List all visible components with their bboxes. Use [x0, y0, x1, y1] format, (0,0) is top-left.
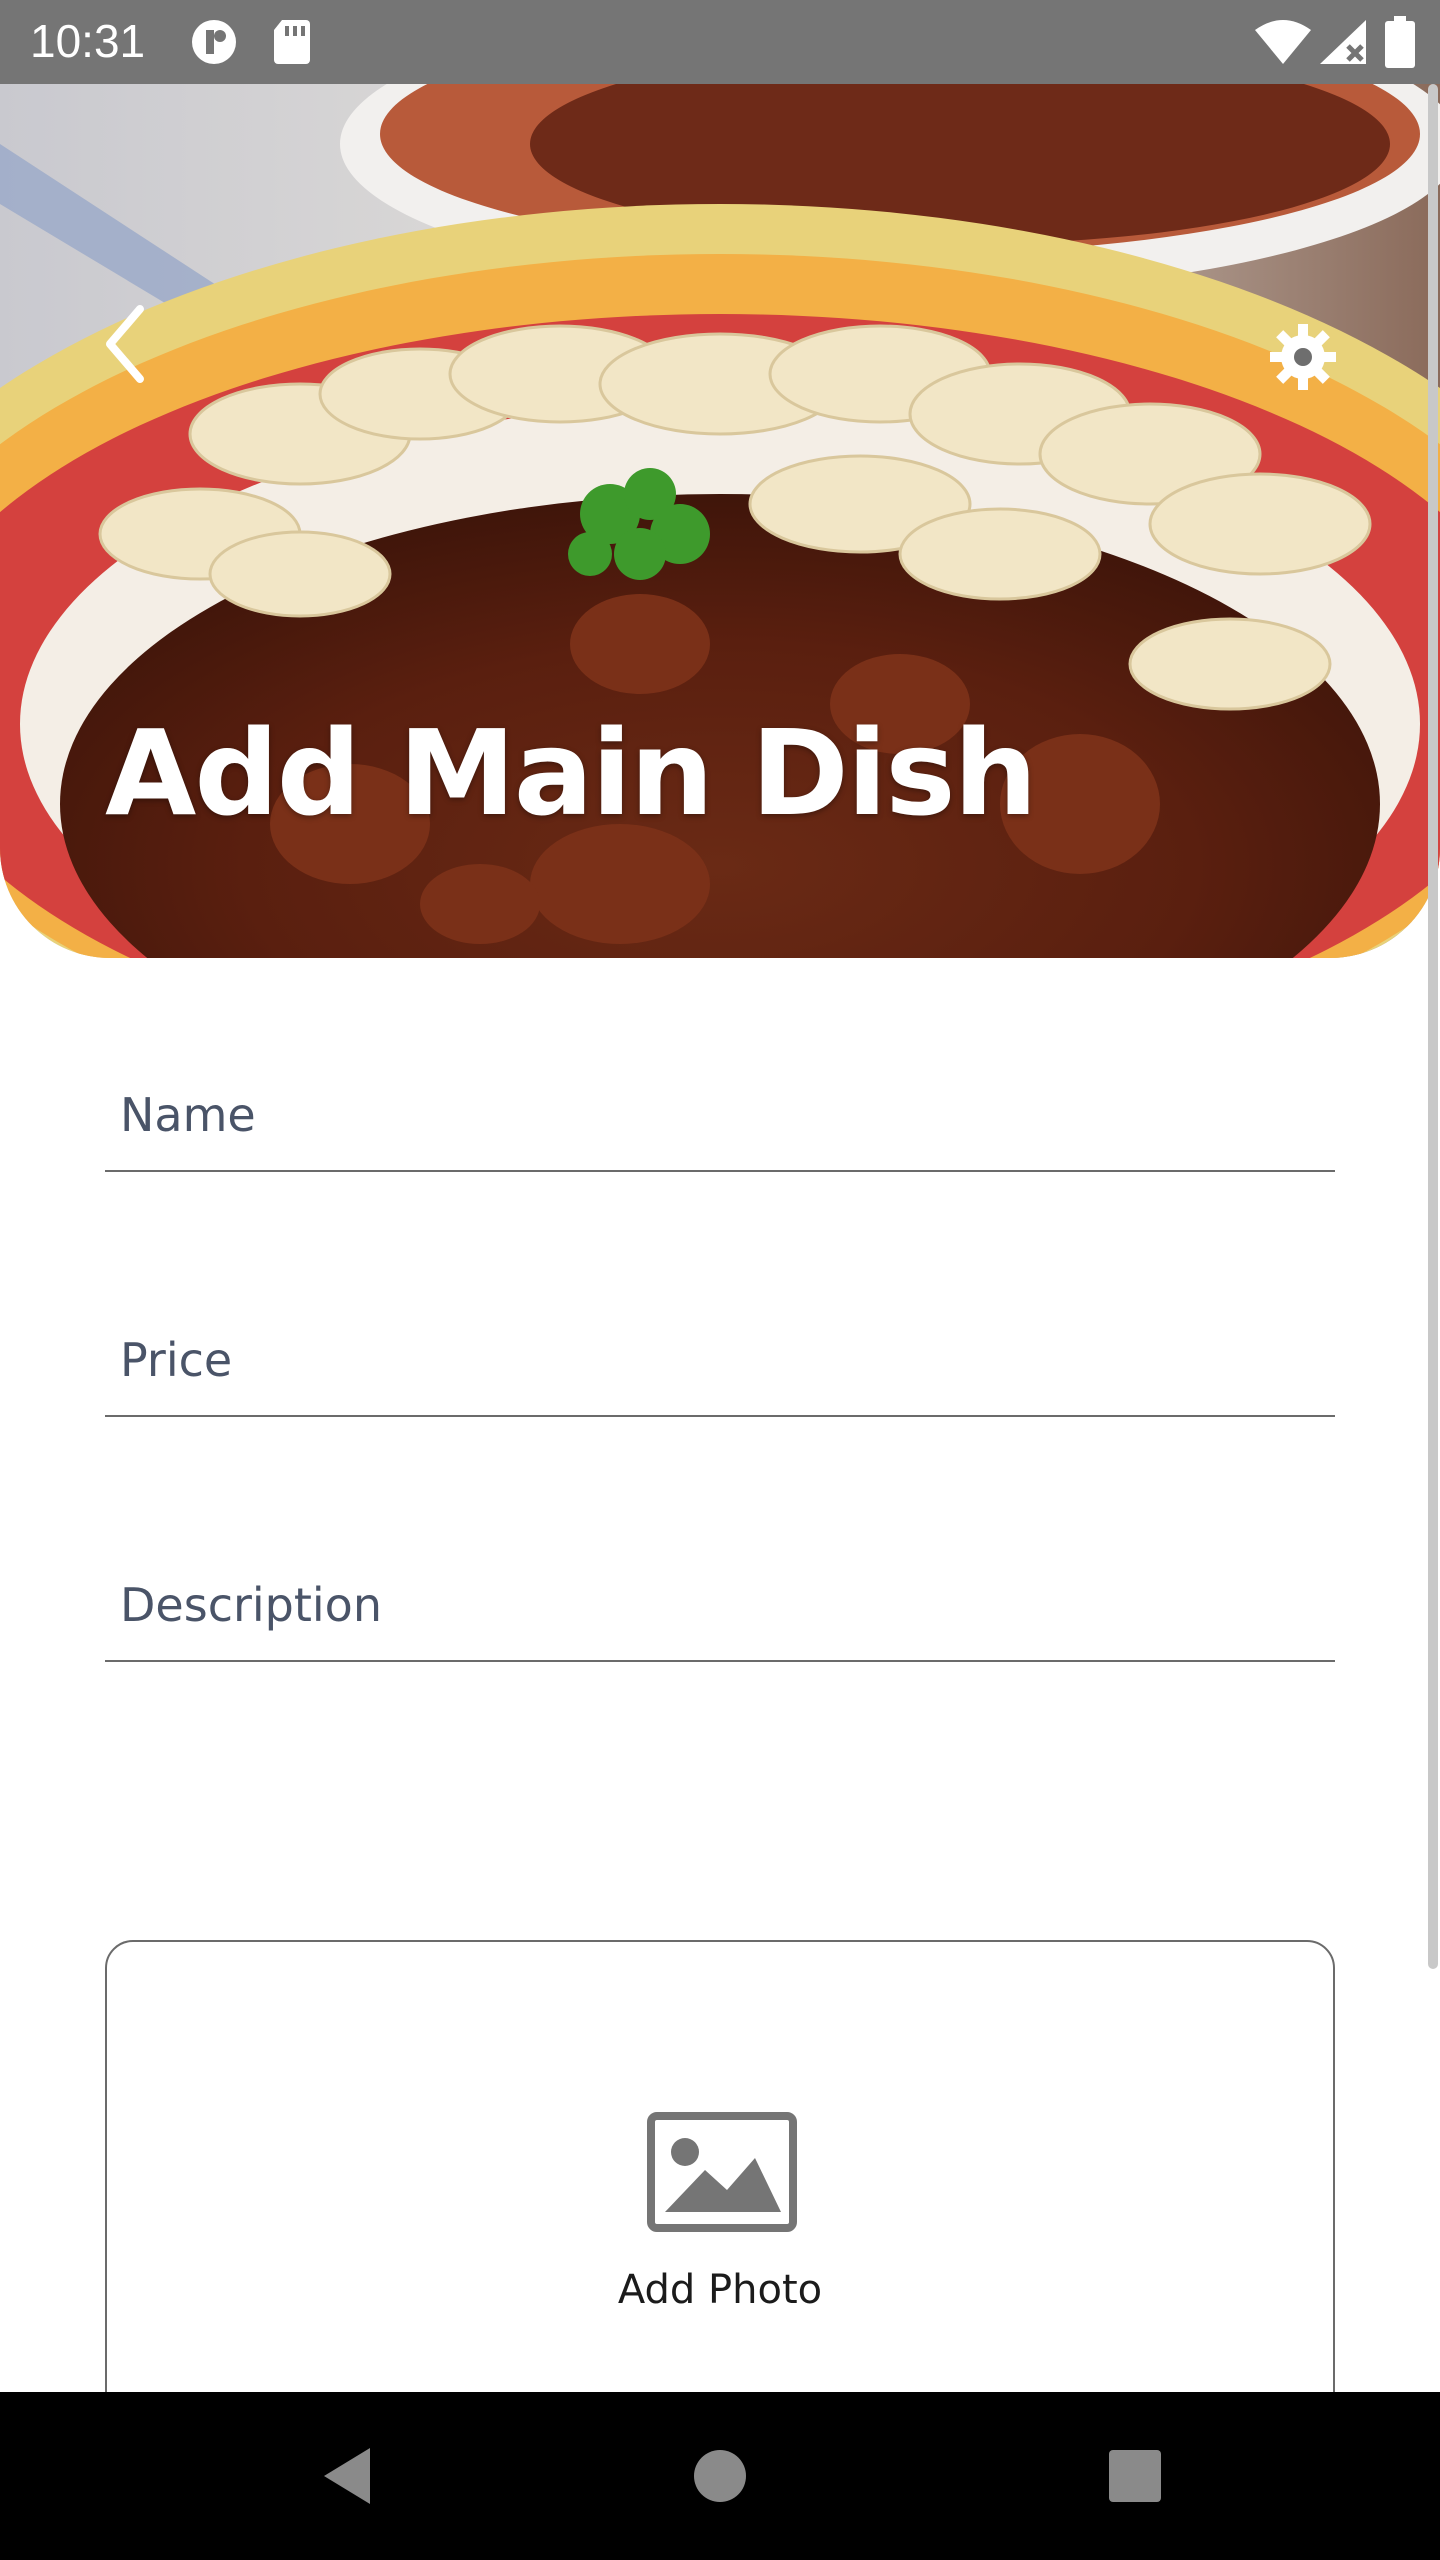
page-title: Add Main Dish	[105, 704, 1038, 842]
header-image: Add Main Dish	[0, 84, 1440, 958]
nav-recents-button[interactable]	[1105, 2436, 1165, 2516]
data-saver-icon	[192, 20, 236, 64]
price-input[interactable]	[105, 1305, 1335, 1415]
name-input[interactable]	[105, 1060, 1335, 1170]
status-time: 10:31	[30, 15, 146, 67]
nav-home-button[interactable]	[690, 2436, 750, 2516]
description-input[interactable]	[105, 1550, 1335, 1660]
sd-card-icon	[274, 20, 310, 64]
description-field	[105, 1550, 1335, 1662]
back-button[interactable]	[95, 299, 155, 389]
image-icon	[647, 2112, 797, 2232]
cellular-no-data-icon	[1320, 20, 1366, 64]
status-bar: 10:31	[0, 0, 1440, 84]
name-field	[105, 1060, 1335, 1172]
settings-button[interactable]	[1268, 322, 1338, 392]
battery-icon	[1385, 16, 1415, 68]
wifi-icon	[1255, 20, 1311, 64]
price-field	[105, 1305, 1335, 1417]
navigation-bar	[0, 2392, 1440, 2560]
nav-back-button[interactable]	[318, 2436, 378, 2516]
scrollbar[interactable]	[1428, 84, 1438, 1969]
add-photo-label: Add Photo	[617, 2267, 823, 2313]
